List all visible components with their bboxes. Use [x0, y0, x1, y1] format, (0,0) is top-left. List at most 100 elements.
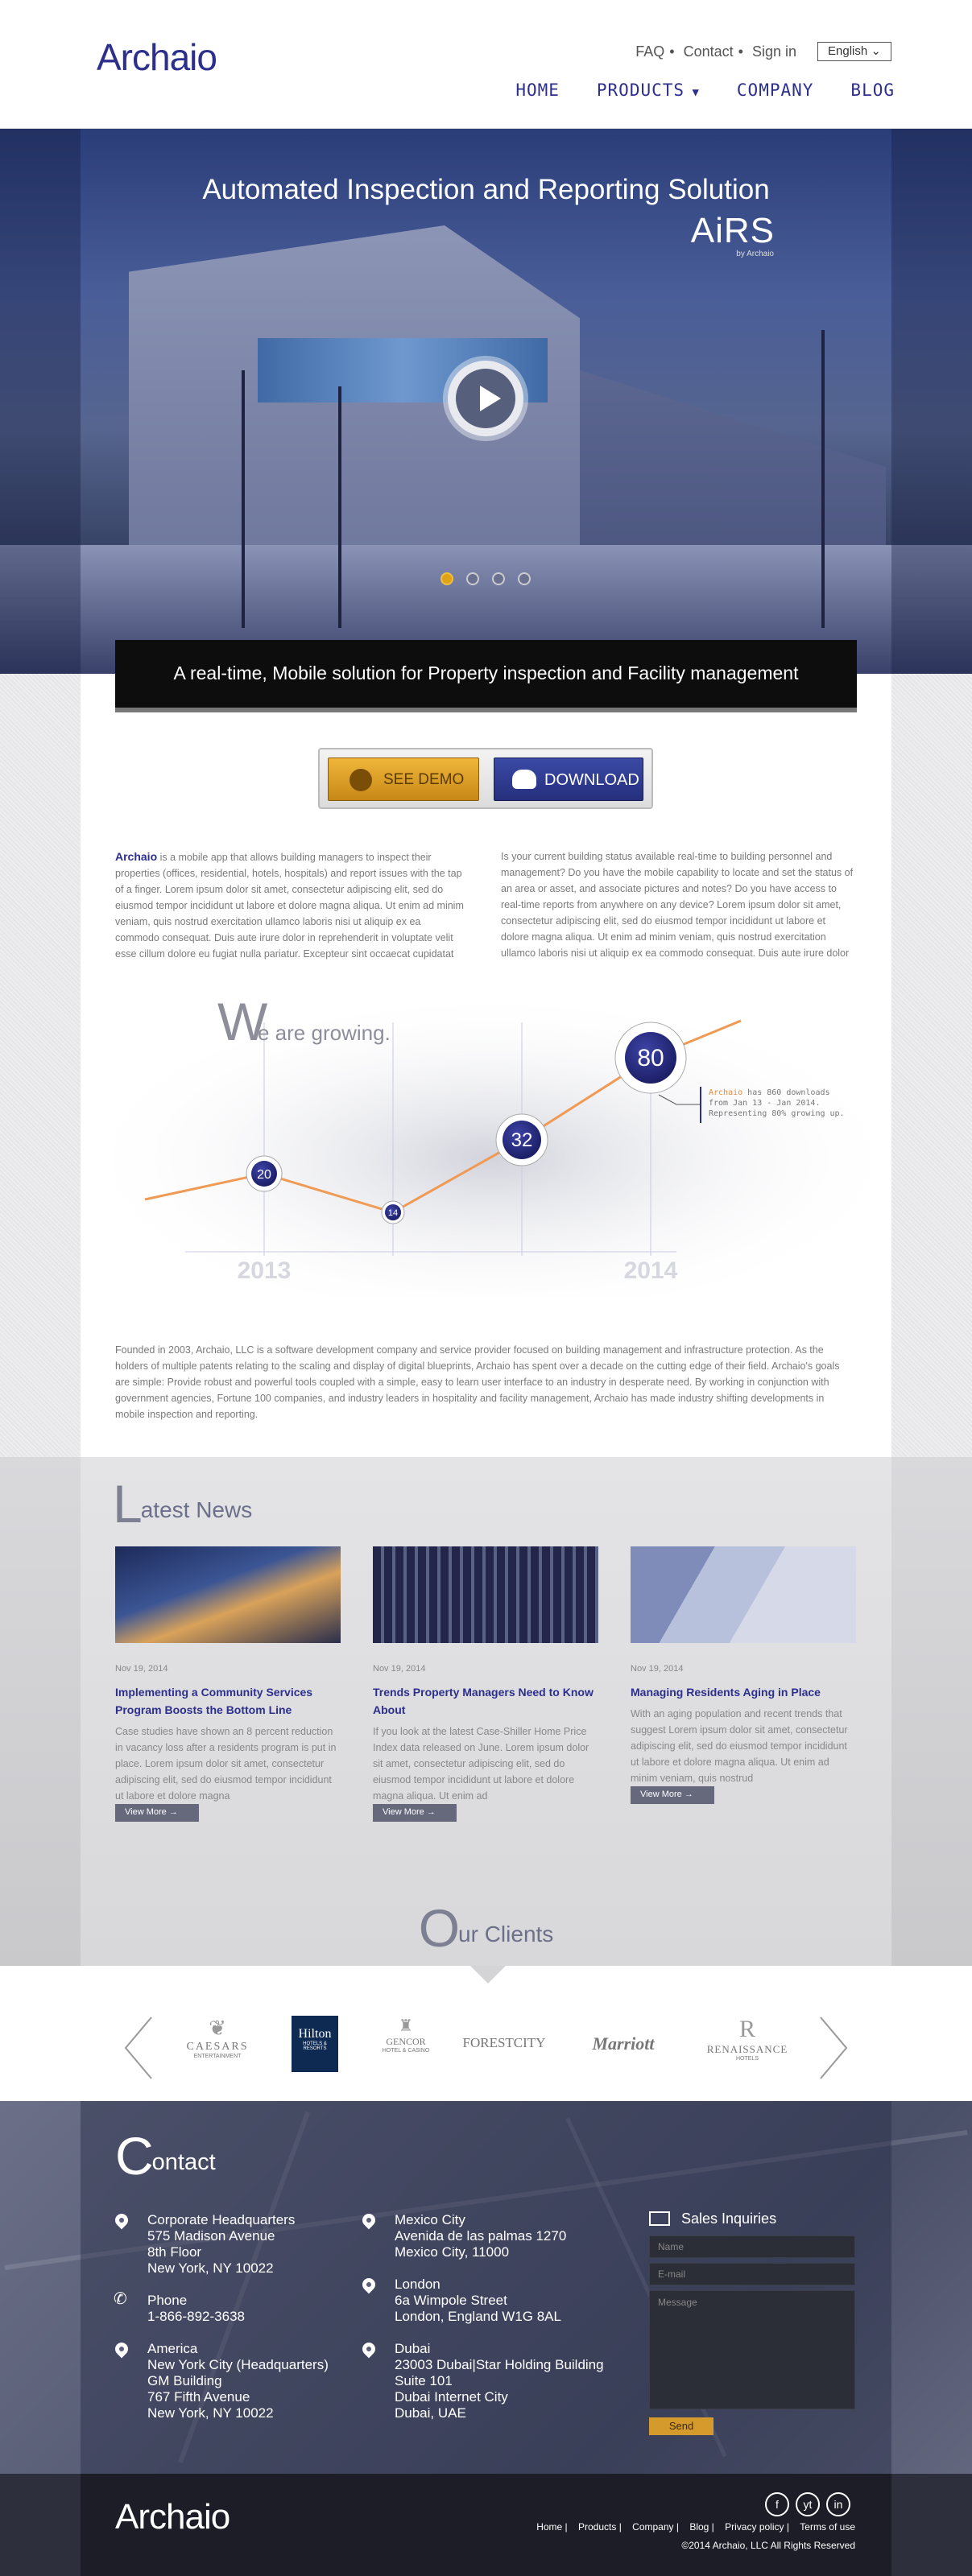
note-line1: has 860 downloads: [742, 1088, 829, 1097]
envelope-icon: [649, 2211, 670, 2226]
point-80: 80: [614, 1022, 687, 1094]
linkedin-icon[interactable]: in: [826, 2492, 850, 2516]
svg-text:80: 80: [637, 1045, 664, 1071]
monitor-icon: [350, 769, 372, 791]
news-card: Nov 19, 2014 Trends Property Managers Ne…: [373, 1546, 598, 1822]
language-value: English: [828, 44, 868, 58]
location-hq: Corporate Headquarters 575 Madison Avenue…: [112, 2211, 295, 2277]
client-marriott: Marriott: [592, 2033, 655, 2054]
about-paragraph: Founded in 2003, Archaio, LLC is a softw…: [115, 1344, 840, 1420]
crest-icon: ♜: [399, 2017, 413, 2035]
news-title[interactable]: Trends Property Managers Need to Know Ab…: [373, 1683, 598, 1719]
footer-link-company[interactable]: Company: [632, 2521, 673, 2533]
year-2013: 2013: [238, 1257, 292, 1284]
carousel-prev-icon[interactable]: [122, 2016, 155, 2080]
download-button[interactable]: DOWNLOAD: [494, 758, 643, 801]
svg-text:Archaio has 860 downloads: Archaio has 860 downloads: [709, 1088, 830, 1097]
view-more-button[interactable]: View More →: [115, 1804, 199, 1822]
footer-link-products[interactable]: Products: [578, 2521, 616, 2533]
growth-heading: e are growing.: [258, 1021, 391, 1045]
contact-link[interactable]: Contact: [684, 43, 734, 60]
slider-dots: [441, 572, 531, 585]
nav-blog[interactable]: BLOG: [850, 80, 895, 100]
sales-form: Sales Inquiries Name E-mail Message Send: [649, 2211, 855, 2435]
caret-down-icon: ▼: [685, 86, 700, 99]
location-america: America New York City (Headquarters) GM Bu…: [112, 2339, 329, 2421]
phone-icon: ✆: [114, 2290, 127, 2308]
play-video-button[interactable]: [448, 361, 523, 436]
send-button[interactable]: Send: [649, 2417, 713, 2435]
footer-link-blog[interactable]: Blog: [689, 2521, 709, 2533]
news-card: Nov 19, 2014 Implementing a Community Se…: [115, 1546, 341, 1822]
email-field[interactable]: E-mail: [649, 2263, 855, 2285]
tagline: A real-time, Mobile solution for Propert…: [173, 663, 799, 683]
name-field[interactable]: Name: [649, 2235, 855, 2258]
footer-link-terms[interactable]: Terms of use: [800, 2521, 855, 2533]
carousel-next-icon[interactable]: [817, 2016, 850, 2080]
svg-text:14: 14: [388, 1208, 398, 1218]
point-20: 20: [246, 1155, 283, 1192]
tree: [338, 386, 341, 628]
hero-right-shade: [891, 129, 972, 674]
nav-company[interactable]: COMPANY: [737, 80, 814, 100]
hero-slider: Automated Inspection and Reporting Solut…: [0, 129, 972, 674]
point-32: 32: [495, 1113, 548, 1166]
nav-products[interactable]: PRODUCTS ▼: [597, 80, 700, 100]
view-more-label: View More: [640, 1790, 682, 1799]
main-nav: HOME PRODUCTS ▼ COMPANY BLOG: [478, 80, 895, 100]
note-brand: Archaio: [709, 1088, 742, 1097]
product-name: AiRS: [690, 211, 775, 250]
footer-link-home[interactable]: Home: [536, 2521, 562, 2533]
contact-heading-text: ontact: [151, 2149, 216, 2175]
svg-text:20: 20: [257, 1168, 271, 1182]
arrow-right-icon: →: [684, 1790, 693, 1799]
location-phone: ✆ Phone 1-866-892-3638: [114, 2290, 245, 2324]
page: Archaio FAQ • Contact • Sign in English ⌄ …: [0, 0, 972, 2576]
growth-svg: W e are growing. 20 14 32 80 Archaio has…: [113, 990, 870, 1296]
chevron-down-icon: ⌄: [867, 44, 881, 58]
site-logo[interactable]: Archaio: [97, 35, 217, 79]
svg-text:32: 32: [511, 1129, 533, 1151]
cloud-download-icon: [512, 770, 536, 789]
faq-link[interactable]: FAQ: [635, 43, 664, 60]
growth-graphic: W e are growing. 20 14 32 80 Archaio has…: [81, 974, 891, 1312]
top-links: FAQ • Contact • Sign in: [635, 43, 796, 60]
intro-left-text: is a mobile app that allows building man…: [115, 852, 464, 960]
news-title[interactable]: Managing Residents Aging in Place: [631, 1683, 856, 1701]
news-image[interactable]: [115, 1546, 341, 1643]
intro-brand: Archaio: [115, 850, 158, 863]
message-field[interactable]: Message: [649, 2290, 855, 2409]
news-title[interactable]: Implementing a Community Services Progra…: [115, 1683, 341, 1719]
see-demo-button[interactable]: SEE DEMO: [328, 758, 479, 801]
facebook-icon[interactable]: f: [765, 2492, 789, 2516]
nav-home[interactable]: HOME: [515, 80, 560, 100]
clients-carousel: ❦ CAESARS ENTERTAINMENT Hilton HOTELS & RES…: [0, 1966, 972, 2101]
news-heading-initial: L: [113, 1474, 143, 1534]
view-more-button[interactable]: View More →: [373, 1804, 457, 1822]
hero-left-shade: [0, 129, 81, 674]
youtube-icon[interactable]: yt: [796, 2492, 820, 2516]
language-select[interactable]: English ⌄: [817, 42, 891, 61]
view-more-button[interactable]: View More →: [631, 1786, 714, 1804]
site-header: Archaio FAQ • Contact • Sign in English ⌄ …: [0, 0, 972, 129]
news-image[interactable]: [373, 1546, 598, 1643]
year-2014: 2014: [624, 1257, 678, 1284]
news-excerpt: With an aging population and recent tren…: [631, 1708, 848, 1784]
slider-dot-3[interactable]: [492, 572, 505, 585]
footer-link-privacy[interactable]: Privacy policy: [725, 2521, 784, 2533]
contact-heading-initial: C: [115, 2126, 154, 2186]
clients-heading: Our Clients: [0, 1897, 972, 1959]
slider-dot-2[interactable]: [466, 572, 479, 585]
client-gencor: ♜ GENCOR HOTEL & CASINO: [375, 2016, 436, 2072]
view-more-label: View More: [383, 1807, 424, 1817]
slider-dot-1[interactable]: [441, 572, 453, 585]
section-notch: [470, 1966, 506, 1984]
client-hilton: Hilton HOTELS & RESORTS: [292, 2016, 338, 2072]
sign-in-link[interactable]: Sign in: [752, 43, 796, 60]
download-label: DOWNLOAD: [544, 771, 639, 789]
news-image[interactable]: [631, 1546, 856, 1643]
intro-right: Is your current building status availabl…: [501, 851, 854, 959]
footer-logo[interactable]: Archaio: [115, 2497, 230, 2537]
news-date: Nov 19, 2014: [373, 1664, 426, 1674]
slider-dot-4[interactable]: [518, 572, 531, 585]
